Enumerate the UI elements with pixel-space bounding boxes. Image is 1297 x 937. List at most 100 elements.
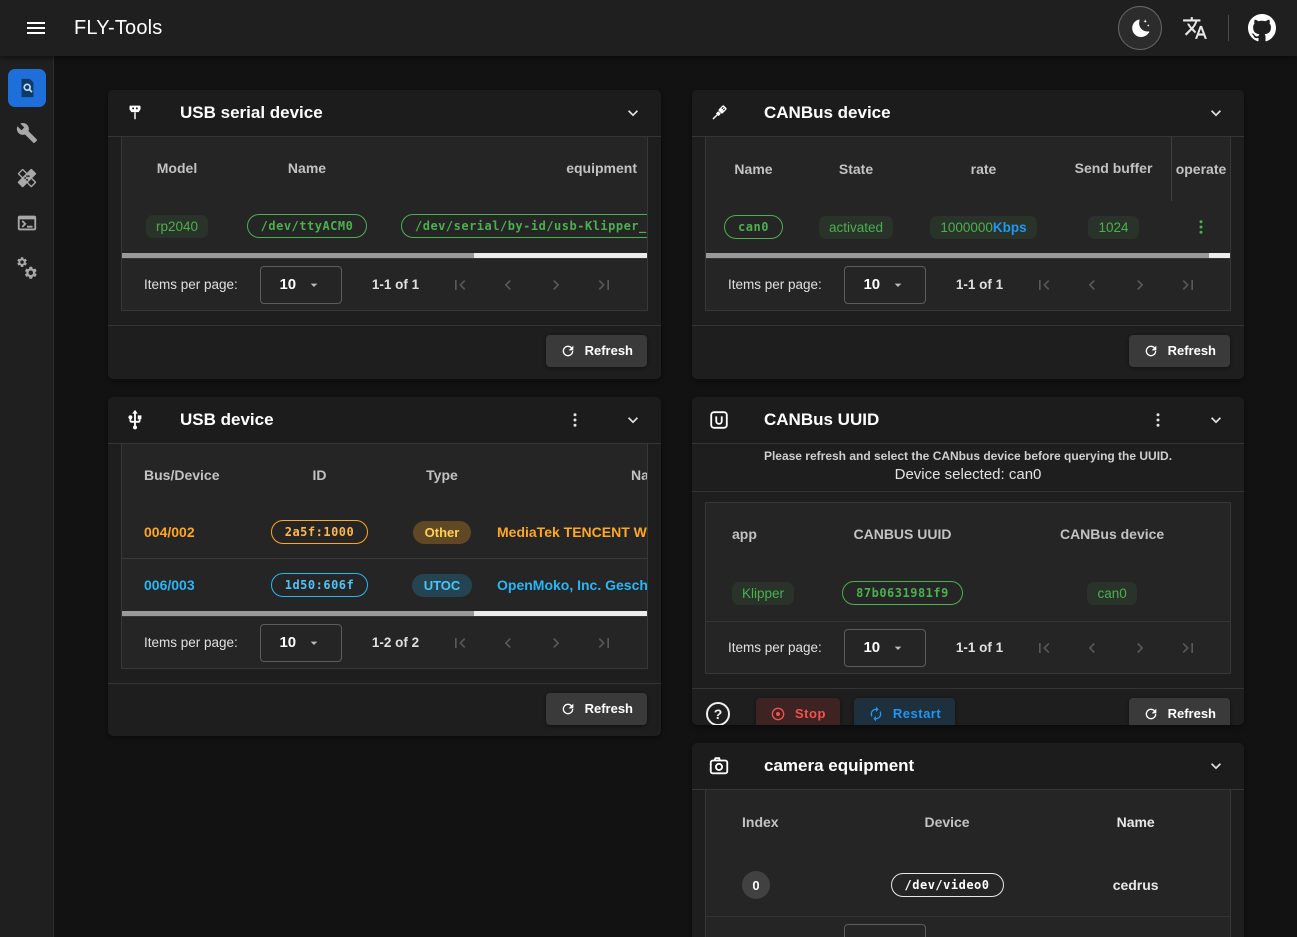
scrollbar-thumb[interactable]	[706, 253, 1209, 258]
prev-page-icon[interactable]	[1081, 932, 1103, 937]
page-range: 1-1 of 1	[956, 277, 1003, 292]
items-per-page-select[interactable]: 10	[260, 624, 342, 662]
paginator: Items per page: 10 1-1 of 1	[706, 621, 1230, 673]
first-page-icon[interactable]	[449, 632, 471, 654]
scrollbar-thumb[interactable]	[122, 253, 474, 258]
camera-device-chip: /dev/video0	[891, 873, 1004, 897]
github-icon[interactable]	[1243, 9, 1281, 47]
refresh-button[interactable]: Refresh	[1129, 698, 1230, 726]
column-header-operate: operate	[1171, 137, 1230, 201]
refresh-button[interactable]: Refresh	[546, 693, 647, 725]
next-page-icon[interactable]	[1129, 932, 1151, 937]
usb-serial-table: Model Name equipment rp2040 /dev/ttyACM0…	[121, 137, 648, 311]
paginator: Items per page: 10 1-1 of 1	[706, 258, 1230, 310]
refresh-icon	[560, 701, 576, 717]
column-header-canbus-device: CANBus device	[994, 526, 1230, 542]
chevron-down-icon[interactable]	[1204, 101, 1228, 125]
last-page-icon[interactable]	[1177, 274, 1199, 296]
sidebar-item-terminal[interactable]	[8, 204, 46, 242]
next-page-icon[interactable]	[1129, 637, 1151, 659]
uuid-notice: Please refresh and select the CANbus dev…	[692, 444, 1244, 492]
horizontal-scrollbar[interactable]	[122, 611, 647, 616]
notice-text: Please refresh and select the CANbus dev…	[702, 449, 1234, 463]
page-range: 1-2 of 2	[372, 635, 419, 650]
app-value: Klipper	[732, 582, 794, 605]
first-page-icon[interactable]	[1033, 274, 1055, 296]
scrollbar-thumb[interactable]	[122, 611, 474, 616]
items-per-page-select[interactable]: 10	[844, 924, 926, 937]
prev-page-icon[interactable]	[497, 632, 519, 654]
sidebar-item-tools[interactable]	[8, 114, 46, 152]
first-page-icon[interactable]	[1033, 637, 1055, 659]
card-usb-device: USB device Bus/Device ID Type Name	[108, 397, 661, 736]
equipment-chip: /dev/serial/by-id/usb-Klipper_rp204	[401, 214, 647, 238]
help-icon[interactable]: ?	[706, 702, 730, 726]
refresh-button[interactable]: Refresh	[1129, 335, 1230, 367]
last-page-icon[interactable]	[1177, 932, 1199, 937]
card-title: camera equipment	[764, 756, 914, 776]
first-page-icon[interactable]	[449, 274, 471, 296]
sidebar-item-device-query[interactable]	[8, 69, 46, 107]
stop-circle-icon	[770, 706, 786, 722]
refresh-icon	[560, 343, 576, 359]
column-header-name: Name	[497, 467, 647, 483]
refresh-button[interactable]: Refresh	[546, 335, 647, 367]
items-per-page-label: Items per page:	[144, 277, 238, 292]
next-page-icon[interactable]	[545, 632, 567, 654]
uuid-chip: 87b0631981f9	[842, 581, 963, 605]
chevron-down-icon[interactable]	[621, 101, 645, 125]
prev-page-icon[interactable]	[497, 274, 519, 296]
table-row: Klipper 87b0631981f9 can0	[706, 565, 1230, 621]
appbar-divider	[1228, 15, 1229, 41]
items-per-page-select[interactable]: 10	[260, 266, 342, 304]
theme-toggle-button[interactable]	[1118, 6, 1162, 50]
next-page-icon[interactable]	[1129, 274, 1151, 296]
table-row: rp2040 /dev/ttyACM0 /dev/serial/by-id/us…	[122, 199, 647, 253]
items-per-page-label: Items per page:	[728, 640, 822, 655]
page-range: 1-1 of 1	[372, 277, 419, 292]
column-header-state: State	[801, 161, 911, 177]
table-row: 004/002 2a5f:1000 Other MediaTek TENCENT…	[122, 506, 647, 558]
card-usb-serial-device: USB serial device Model Name equipment r…	[108, 90, 661, 379]
paginator: Items per page: 10 1-2 of 2	[122, 616, 647, 668]
table-row: 0 /dev/video0 cedrus	[706, 854, 1230, 916]
camera-index-badge: 0	[742, 871, 770, 899]
kebab-menu-icon[interactable]	[563, 408, 587, 432]
column-header-rate: rate	[911, 161, 1056, 177]
canbus-uuid-table: app CANBUS UUID CANBus device Klipper 87…	[705, 502, 1231, 674]
next-page-icon[interactable]	[545, 274, 567, 296]
caret-down-icon	[890, 277, 906, 293]
chevron-down-icon[interactable]	[1204, 408, 1228, 432]
model-value: rp2040	[146, 215, 208, 238]
last-page-icon[interactable]	[593, 632, 615, 654]
horizontal-scrollbar[interactable]	[122, 253, 647, 258]
last-page-icon[interactable]	[1177, 637, 1199, 659]
table-row: 006/003 1d50:606f UTOC OpenMoko, Inc. Ge…	[122, 559, 647, 611]
sidebar-item-services[interactable]	[8, 249, 46, 287]
horizontal-scrollbar[interactable]	[706, 253, 1230, 258]
bandage-icon	[16, 167, 38, 189]
column-header-device: Device	[853, 814, 1042, 830]
last-page-icon[interactable]	[593, 274, 615, 296]
caret-down-icon	[306, 277, 322, 293]
sidebar-item-repair[interactable]	[8, 159, 46, 197]
translate-icon[interactable]	[1176, 9, 1214, 47]
sidebar	[0, 56, 54, 937]
items-per-page-select[interactable]: 10	[844, 266, 926, 304]
card-title: CANBus UUID	[764, 410, 879, 430]
chevron-down-icon[interactable]	[1204, 754, 1228, 778]
wrench-icon	[16, 122, 38, 144]
chevron-down-icon[interactable]	[621, 408, 645, 432]
items-per-page-label: Items per page:	[144, 635, 238, 650]
prev-page-icon[interactable]	[1081, 274, 1103, 296]
row-kebab-menu-icon[interactable]	[1189, 215, 1213, 239]
stop-button[interactable]: Stop	[756, 698, 840, 726]
restart-button[interactable]: Restart	[854, 698, 955, 726]
menu-icon[interactable]	[16, 8, 56, 48]
prev-page-icon[interactable]	[1081, 637, 1103, 659]
items-per-page-select[interactable]: 10	[844, 629, 926, 667]
kebab-menu-icon[interactable]	[1146, 408, 1170, 432]
first-page-icon[interactable]	[1033, 932, 1055, 937]
send-buffer-value: 1024	[1088, 216, 1138, 239]
canbus-device-table: Name State rate Send buffer operate can0…	[705, 137, 1231, 311]
